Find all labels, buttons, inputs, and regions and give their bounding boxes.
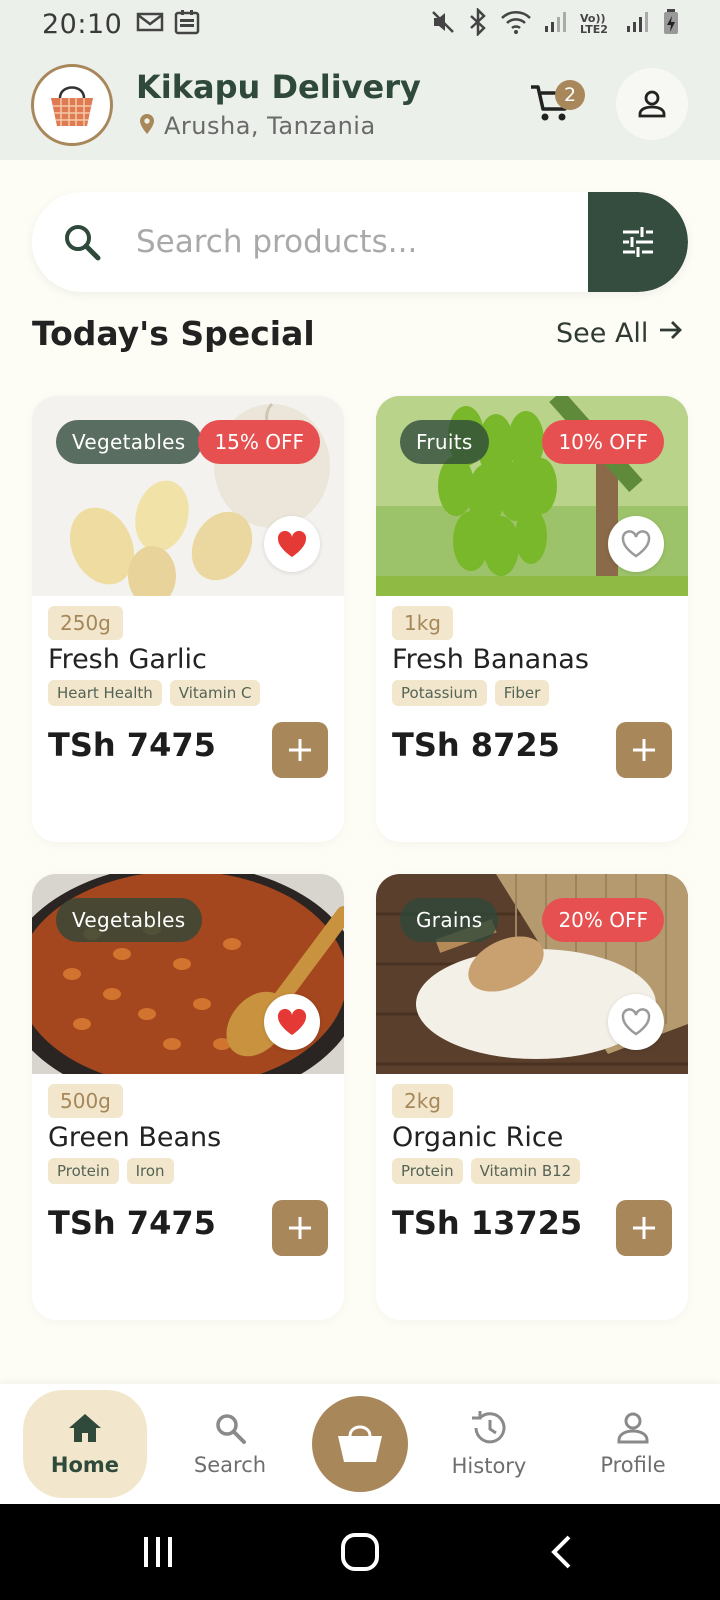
weight-tag: 250g [48, 606, 123, 640]
search-icon [60, 220, 104, 268]
heart-outline-icon [621, 1008, 651, 1036]
home-icon [69, 1414, 101, 1442]
back-button[interactable] [512, 1504, 612, 1600]
nav-label: Profile [600, 1453, 666, 1477]
heart-filled-icon [277, 530, 307, 557]
location-pin-icon [138, 113, 156, 139]
status-bar: 20:10 Vo)) LTE2 [0, 0, 720, 48]
category-badge: Grains [400, 898, 499, 942]
product-name: Organic Rice [392, 1122, 564, 1153]
mute-icon [430, 9, 456, 39]
nutrition-tag: Heart Health [48, 680, 162, 706]
recents-button[interactable] [108, 1504, 208, 1600]
favorite-button[interactable] [608, 994, 664, 1050]
nutrition-tag: Vitamin C [169, 680, 261, 706]
bluetooth-icon [468, 6, 488, 40]
signal-icon-2 [626, 10, 650, 38]
add-to-cart-button[interactable] [272, 1200, 328, 1256]
add-to-cart-button[interactable] [272, 722, 328, 778]
calendar-icon [174, 9, 200, 39]
signal-icon [544, 10, 568, 38]
weight-tag: 1kg [392, 606, 454, 640]
plus-icon [633, 1217, 655, 1239]
nav-home[interactable]: Home [23, 1390, 147, 1498]
nutrition-tag: Potassium [392, 680, 487, 706]
app-header: Kikapu Delivery Arusha, Tanzania 2 [0, 48, 720, 160]
nav-label: Search [193, 1453, 267, 1477]
plus-icon [289, 1217, 311, 1239]
cart-badge: 2 [555, 80, 585, 110]
volte-icon: Vo)) LTE2 [580, 12, 608, 36]
nutrition-tag: Iron [126, 1158, 174, 1184]
arrow-right-icon [658, 318, 684, 349]
product-card[interactable]: Vegetables 15% OFF 250g Fresh Garlic Hea… [32, 396, 344, 842]
favorite-button[interactable] [608, 516, 664, 572]
search-bar [32, 192, 688, 292]
system-nav-bar [0, 1504, 720, 1600]
nutrition-tag: Protein [392, 1158, 463, 1184]
logo [31, 64, 113, 146]
nutrition-tag: Fiber [494, 680, 550, 706]
product-price: TSh 7475 [48, 726, 216, 764]
category-badge: Vegetables [56, 420, 202, 464]
recents-icon [144, 1537, 172, 1567]
search-input[interactable] [136, 192, 596, 292]
nav-history[interactable]: History [427, 1390, 551, 1498]
heart-outline-icon [621, 530, 651, 558]
nav-label: History [451, 1454, 527, 1478]
home-circle-icon [341, 1533, 379, 1571]
search-icon [216, 1414, 246, 1444]
basket-icon [338, 1425, 382, 1462]
add-to-cart-button[interactable] [616, 1200, 672, 1256]
gmail-icon [136, 11, 164, 37]
discount-badge: 20% OFF [542, 898, 664, 942]
discount-badge: 10% OFF [542, 420, 664, 464]
app-title: Kikapu Delivery [136, 68, 421, 106]
product-name: Green Beans [48, 1122, 222, 1153]
product-price: TSh 13725 [392, 1204, 583, 1242]
location[interactable]: Arusha, Tanzania [138, 112, 376, 140]
section-title: Today's Special [32, 314, 315, 353]
nav-label: Home [50, 1453, 120, 1477]
product-card[interactable]: Fruits 10% OFF 1kg Fresh Bananas Potassi… [376, 396, 688, 842]
bottom-nav: Home Search History Profile [0, 1384, 720, 1504]
wifi-icon [500, 9, 532, 39]
nutrition-tag: Protein [48, 1158, 119, 1184]
favorite-button[interactable] [264, 516, 320, 572]
weight-tag: 500g [48, 1084, 123, 1118]
plus-icon [633, 739, 655, 761]
see-all-label: See All [556, 318, 649, 349]
nav-search[interactable]: Search [168, 1390, 292, 1498]
favorite-button[interactable] [264, 994, 320, 1050]
filter-button[interactable] [588, 192, 688, 292]
discount-badge: 15% OFF [198, 420, 320, 464]
see-all-link[interactable]: See All [556, 318, 684, 349]
product-name: Fresh Garlic [48, 644, 207, 675]
add-to-cart-button[interactable] [616, 722, 672, 778]
nav-profile[interactable]: Profile [571, 1390, 695, 1498]
plus-icon [289, 739, 311, 761]
heart-filled-icon [277, 1008, 307, 1035]
basket-logo-icon [51, 86, 93, 126]
nutrition-tag: Vitamin B12 [470, 1158, 581, 1184]
filter-sliders-icon [623, 227, 653, 257]
weight-tag: 2kg [392, 1084, 454, 1118]
basket-button[interactable] [312, 1396, 408, 1492]
person-icon [638, 90, 666, 118]
profile-icon [617, 1412, 649, 1444]
product-card[interactable]: Vegetables 500g Green Beans Protein Iron… [32, 874, 344, 1320]
home-system-button[interactable] [310, 1504, 410, 1600]
back-icon [551, 1535, 571, 1569]
product-price: TSh 7475 [48, 1204, 216, 1242]
product-name: Fresh Bananas [392, 644, 589, 675]
category-badge: Fruits [400, 420, 489, 464]
history-icon [472, 1411, 506, 1444]
status-time: 20:10 [42, 8, 123, 40]
category-badge: Vegetables [56, 898, 202, 942]
battery-icon [662, 8, 680, 40]
profile-button[interactable] [616, 68, 688, 140]
location-text: Arusha, Tanzania [164, 112, 376, 140]
product-price: TSh 8725 [392, 726, 560, 764]
product-card[interactable]: Grains 20% OFF 2kg Organic Rice Protein … [376, 874, 688, 1320]
